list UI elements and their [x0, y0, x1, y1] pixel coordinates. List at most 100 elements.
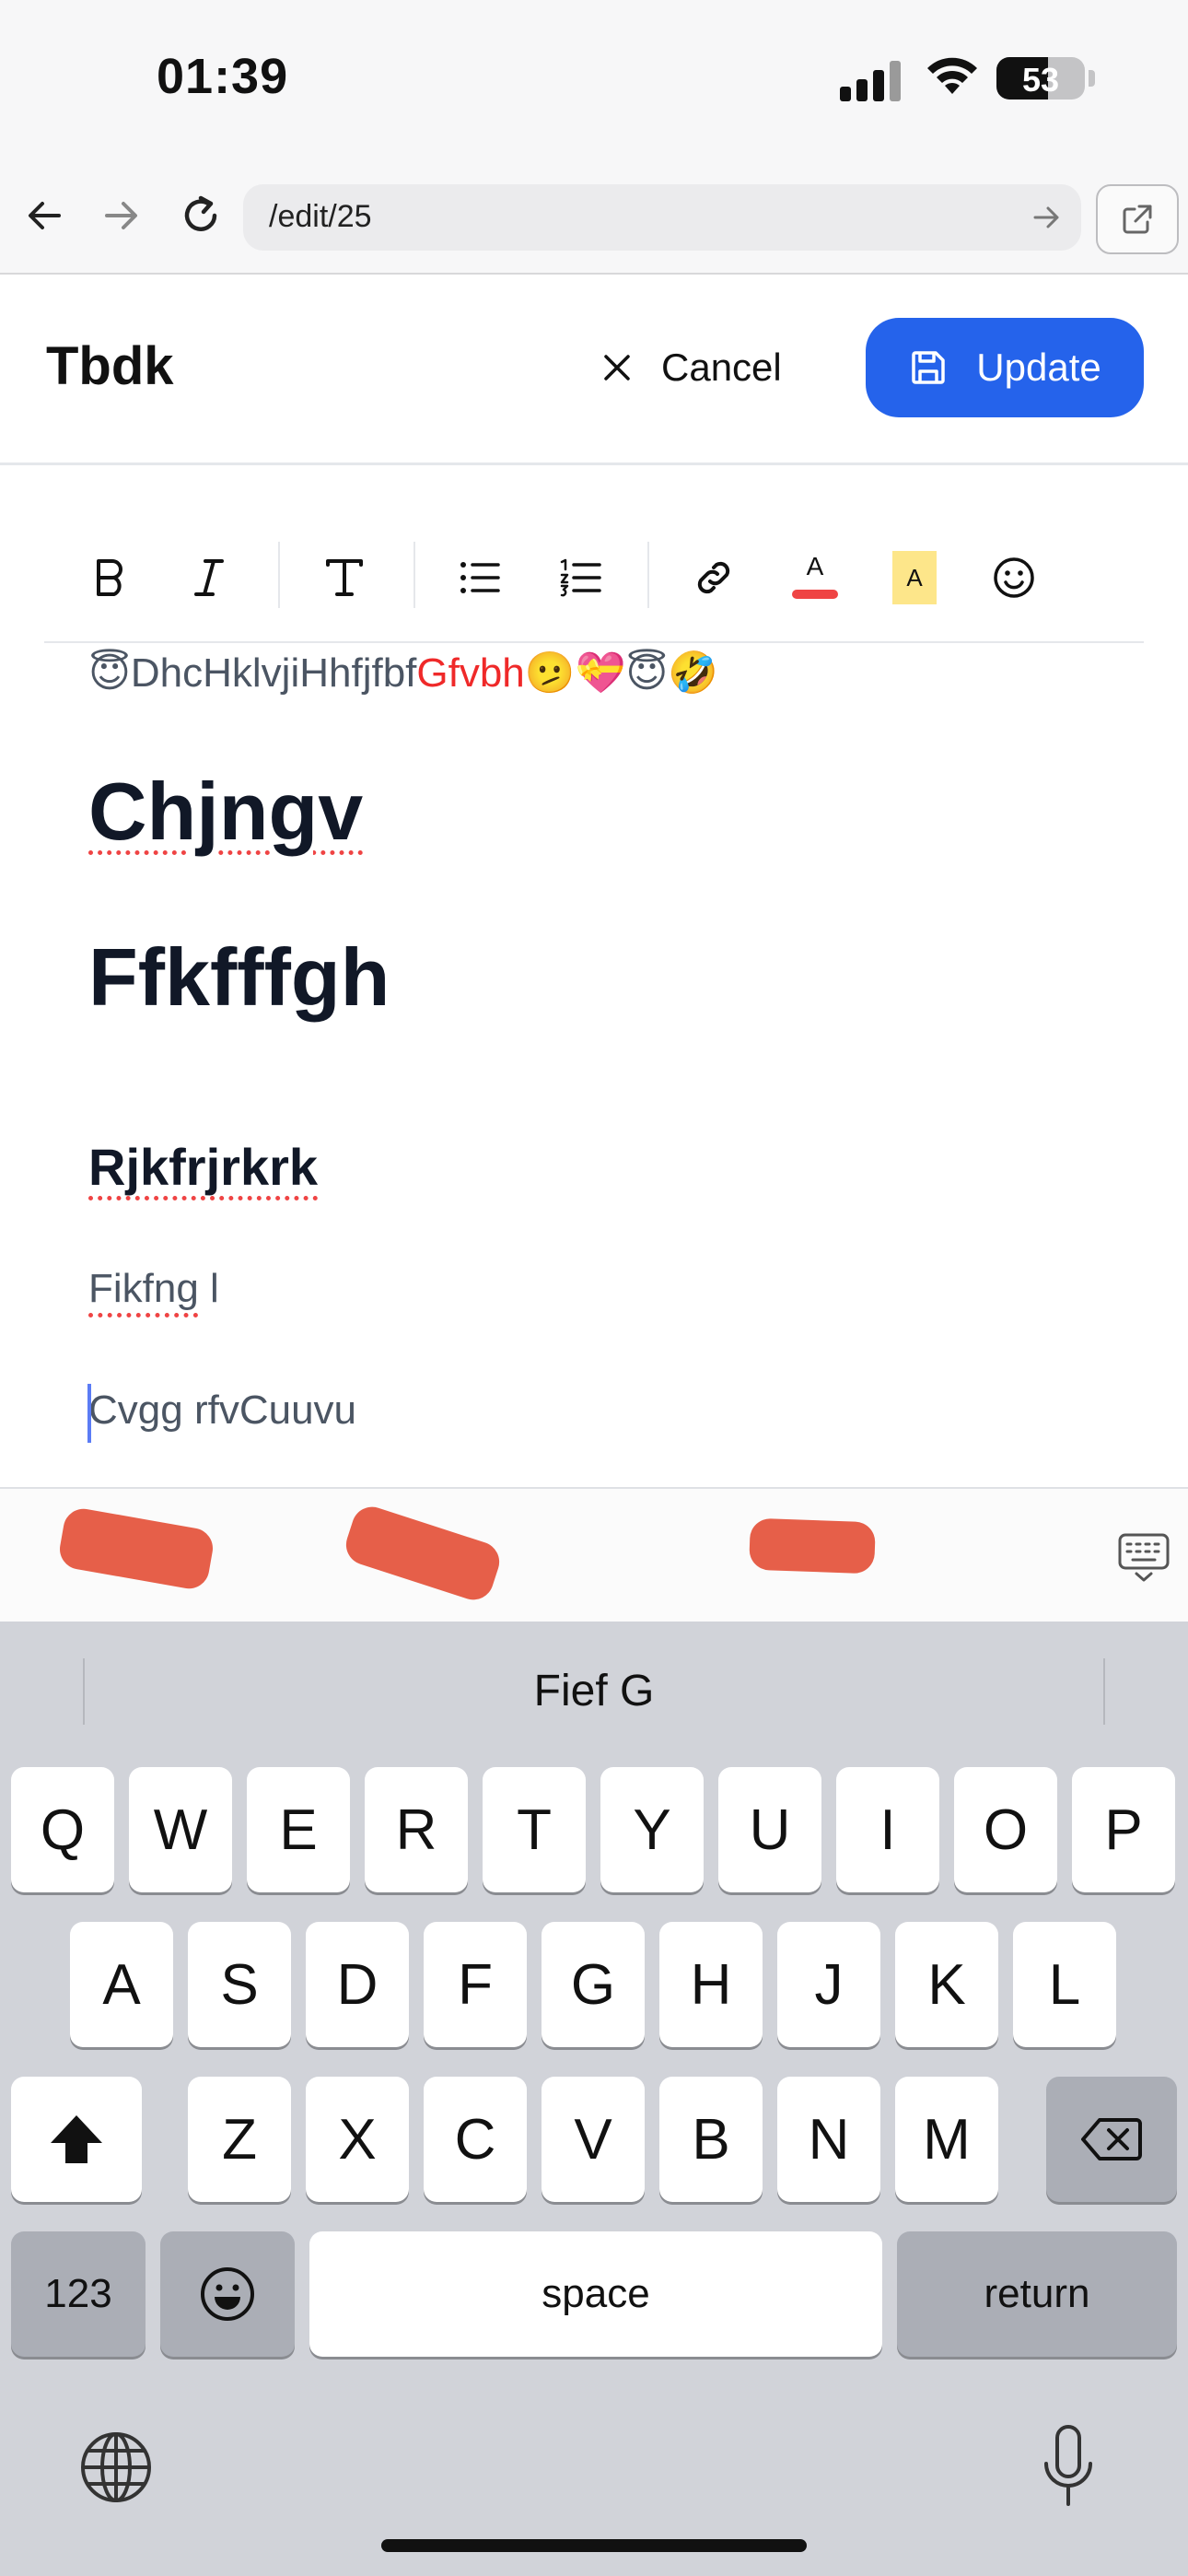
shift-arrow-icon: [51, 2115, 102, 2163]
key-t[interactable]: T: [483, 1767, 586, 1892]
bullet-list-button[interactable]: [446, 544, 514, 612]
numbered-list-button[interactable]: [547, 544, 615, 612]
key-m[interactable]: M: [895, 2077, 998, 2202]
key-r[interactable]: R: [365, 1767, 468, 1892]
key-l[interactable]: L: [1013, 1922, 1116, 2047]
emoji-text: 🫤💝😇🤣: [524, 650, 719, 696]
key-p[interactable]: P: [1072, 1767, 1175, 1892]
text-color-swatch: [792, 590, 838, 599]
key-n[interactable]: N: [777, 2077, 880, 2202]
smiley-icon: [994, 557, 1034, 598]
emoji-button[interactable]: [980, 544, 1048, 612]
bold-button[interactable]: [76, 544, 144, 612]
forward-button[interactable]: [94, 188, 149, 243]
update-label: Update: [976, 345, 1101, 389]
key-q[interactable]: Q: [11, 1767, 114, 1892]
key-j[interactable]: J: [777, 1922, 880, 2047]
text-color-letter: A: [806, 552, 824, 580]
microphone-icon[interactable]: [1039, 2423, 1098, 2512]
key-y[interactable]: Y: [600, 1767, 704, 1892]
battery-level: 53: [1021, 61, 1060, 99]
battery-tip: [1089, 70, 1095, 87]
battery-icon: 53: [996, 57, 1085, 100]
editor-line-1[interactable]: 😇DhcHklvjiHhfjfbfGfvbh🫤💝😇🤣: [88, 649, 718, 697]
heading-1[interactable]: Chjngv: [88, 765, 363, 859]
key-z[interactable]: Z: [188, 2077, 291, 2202]
key-v[interactable]: V: [542, 2077, 645, 2202]
numbers-key[interactable]: 123: [11, 2231, 146, 2357]
cancel-label: Cancel: [661, 345, 782, 389]
key-k[interactable]: K: [895, 1922, 998, 2047]
space-key[interactable]: space: [309, 2231, 882, 2357]
status-time: 01:39: [157, 49, 289, 104]
emoji-face-icon: [201, 2267, 254, 2321]
plain-text: l: [198, 1266, 219, 1311]
toolbar-separator: [647, 542, 649, 608]
key-g[interactable]: G: [542, 1922, 645, 2047]
keyboard-dismiss-icon[interactable]: [1116, 1529, 1171, 1585]
key-d[interactable]: D: [306, 1922, 409, 2047]
key-x[interactable]: X: [306, 2077, 409, 2202]
header-divider: [0, 463, 1188, 465]
arrow-right-icon: [105, 202, 137, 229]
text-style-button[interactable]: [310, 544, 379, 612]
heading-2[interactable]: Ffkfffgh: [88, 931, 390, 1025]
return-key[interactable]: return: [897, 2231, 1177, 2357]
save-icon: [912, 351, 946, 384]
key-f[interactable]: F: [424, 1922, 527, 2047]
cancel-button[interactable]: Cancel: [600, 335, 782, 400]
toolbar-divider: [44, 641, 1144, 643]
key-h[interactable]: H: [659, 1922, 763, 2047]
text-caret: [87, 1384, 91, 1443]
key-u[interactable]: U: [718, 1767, 821, 1892]
text-style-icon: [326, 559, 363, 596]
globe-icon[interactable]: [77, 2429, 155, 2506]
arrow-left-icon: [29, 202, 61, 229]
toolbar-separator: [278, 542, 280, 608]
red-text: Gfvbh: [416, 650, 525, 696]
editor-area[interactable]: 😇DhcHklvjiHhfjfbfGfvbh🫤💝😇🤣 Chjngv Ffkfff…: [0, 645, 1188, 1487]
bold-icon: [97, 559, 122, 596]
shift-key[interactable]: [11, 2077, 142, 2202]
predictive-suggestion[interactable]: Fief G: [0, 1666, 1188, 1716]
key-a[interactable]: A: [70, 1922, 173, 2047]
redacted-suggestion[interactable]: [749, 1517, 876, 1575]
close-icon: [604, 355, 630, 381]
back-button[interactable]: [17, 188, 72, 243]
italic-icon: [194, 559, 224, 596]
misspelled-word: Fikfng: [88, 1266, 199, 1311]
numbered-list-icon: [560, 558, 601, 597]
heading-3[interactable]: Rjkfrjrkrk: [88, 1137, 318, 1197]
key-w[interactable]: W: [129, 1767, 232, 1892]
key-e[interactable]: E: [247, 1767, 350, 1892]
open-external-button[interactable]: [1096, 184, 1179, 254]
link-icon: [697, 561, 730, 594]
update-button[interactable]: Update: [866, 318, 1144, 417]
italic-button[interactable]: [175, 544, 243, 612]
emoji-text: 😇: [88, 650, 131, 696]
key-c[interactable]: C: [424, 2077, 527, 2202]
toolbar-separator: [413, 542, 415, 608]
reload-button[interactable]: [173, 188, 228, 243]
key-b[interactable]: B: [659, 2077, 763, 2202]
go-arrow-icon[interactable]: [1030, 201, 1063, 234]
cellular-signal-icon: [840, 61, 904, 101]
delete-key[interactable]: [1046, 2077, 1177, 2202]
link-button[interactable]: [680, 544, 748, 612]
paragraph-2[interactable]: Cvgg rfvCuuvu: [88, 1388, 356, 1434]
text-color-button[interactable]: A: [781, 544, 849, 612]
key-o[interactable]: O: [954, 1767, 1057, 1892]
wifi-icon: [927, 57, 977, 94]
bullet-list-icon: [460, 562, 500, 593]
document-title: Tbdk: [46, 336, 174, 396]
plain-text: DhcHklvjiHhfjfbf: [130, 650, 417, 696]
reload-icon: [184, 195, 217, 231]
highlight-button[interactable]: A: [880, 544, 949, 612]
home-indicator: [381, 2539, 807, 2552]
url-text[interactable]: /edit/25: [269, 199, 372, 235]
emoji-key[interactable]: [160, 2231, 295, 2357]
key-i[interactable]: I: [836, 1767, 939, 1892]
key-s[interactable]: S: [188, 1922, 291, 2047]
paragraph-1[interactable]: Fikfng l: [88, 1266, 219, 1312]
backspace-icon: [1081, 2118, 1142, 2160]
